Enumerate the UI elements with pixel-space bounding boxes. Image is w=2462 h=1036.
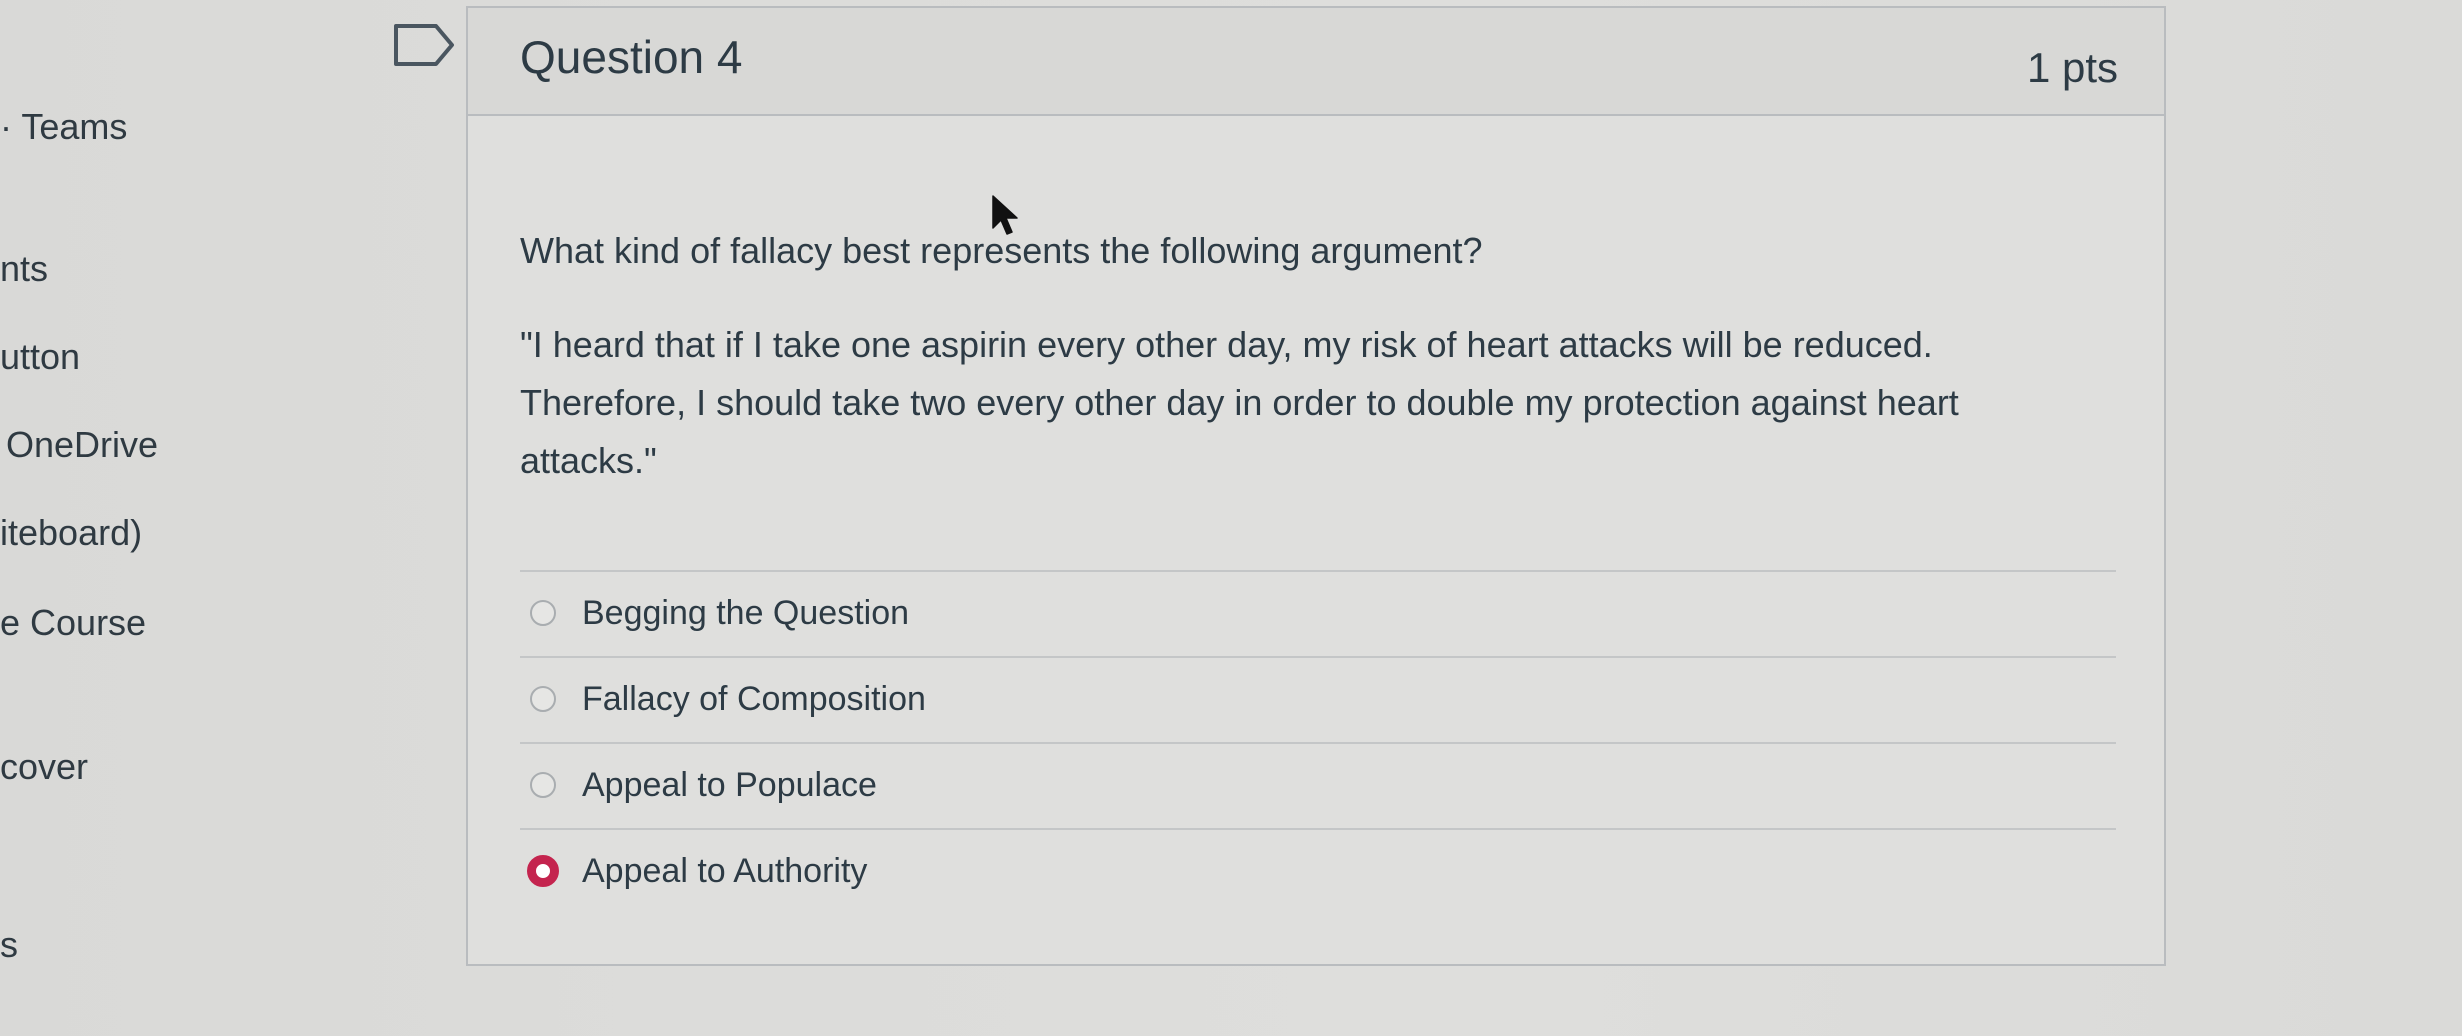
- question-quote: "I heard that if I take one aspirin ever…: [520, 316, 2120, 490]
- question-prompt: What kind of fallacy best represents the…: [520, 230, 1483, 271]
- sidebar-item-course[interactable]: e Course: [0, 602, 146, 644]
- question-title: Question 4: [520, 31, 743, 83]
- sidebar-item-discover[interactable]: cover: [0, 746, 88, 788]
- sidebar-item-whiteboard[interactable]: iteboard): [0, 512, 142, 554]
- radio-button[interactable]: [530, 686, 556, 712]
- answer-list: Begging the Question Fallacy of Composit…: [520, 570, 2116, 914]
- question-points: 1 pts: [2026, 44, 2118, 91]
- sidebar-item-more[interactable]: s: [0, 924, 18, 966]
- question-card: Question 4 1 pts What kind of fallacy be…: [466, 6, 2166, 966]
- sidebar-item-assignments[interactable]: nts: [0, 248, 48, 290]
- sidebar-item-onedrive[interactable]: OneDrive: [6, 424, 158, 466]
- mouse-pointer-icon: [992, 195, 1018, 235]
- answer-label: Appeal to Populace: [582, 766, 877, 804]
- quote-line: attacks.": [520, 440, 657, 481]
- sidebar-item-button[interactable]: utton: [0, 336, 80, 378]
- course-sidebar: · Teams nts utton OneDrive iteboard) e C…: [0, 0, 260, 1036]
- answer-option[interactable]: Fallacy of Composition: [520, 658, 2116, 744]
- sidebar-item-label: Teams: [21, 106, 128, 147]
- radio-button[interactable]: [530, 772, 556, 798]
- answer-option[interactable]: Begging the Question: [520, 572, 2116, 658]
- answer-option-selected[interactable]: Appeal to Authority: [520, 830, 2116, 914]
- quote-line: "I heard that if I take one aspirin ever…: [520, 324, 1933, 365]
- sidebar-item-teams[interactable]: · Teams: [0, 106, 127, 148]
- answer-label: Fallacy of Composition: [582, 680, 926, 718]
- radio-button-selected[interactable]: [527, 855, 559, 887]
- answer-option[interactable]: Appeal to Populace: [520, 744, 2116, 830]
- quote-line: Therefore, I should take two every other…: [520, 382, 1959, 423]
- answer-label: Appeal to Authority: [582, 852, 868, 890]
- radio-button[interactable]: [530, 600, 556, 626]
- question-header: Question 4 1 pts: [468, 8, 2164, 116]
- answer-label: Begging the Question: [582, 594, 910, 632]
- flag-icon[interactable]: [392, 22, 458, 68]
